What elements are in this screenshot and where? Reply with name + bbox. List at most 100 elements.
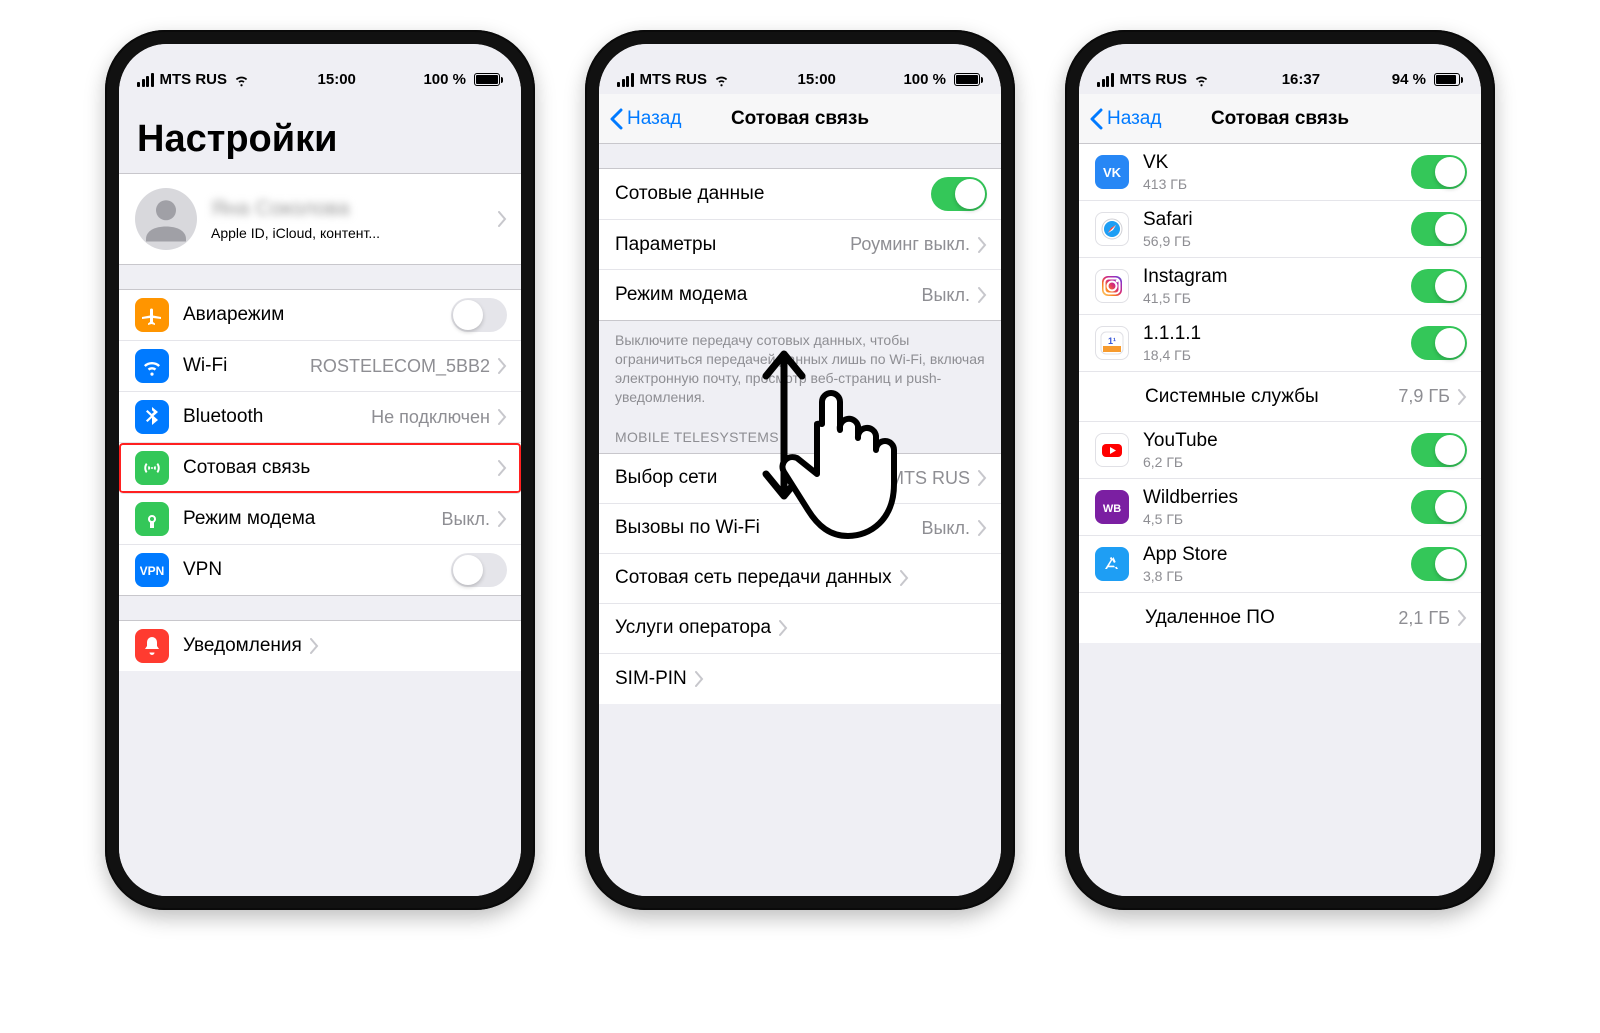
settings-row[interactable]: Удаленное ПО2,1 ГБ bbox=[1079, 593, 1481, 643]
battery-icon bbox=[1430, 73, 1463, 86]
nav-title: Сотовая связь bbox=[731, 108, 869, 130]
toggle-switch[interactable] bbox=[451, 553, 507, 587]
clock-label: 15:00 bbox=[798, 71, 836, 88]
back-button[interactable]: Назад bbox=[609, 108, 681, 130]
toggle-switch[interactable] bbox=[1411, 269, 1467, 303]
wifi-icon bbox=[233, 71, 250, 88]
vk-icon: VK bbox=[1095, 155, 1129, 189]
settings-row[interactable]: VPNVPN bbox=[119, 545, 521, 595]
carrier-label: MTS RUS bbox=[640, 71, 708, 88]
settings-row[interactable]: Выбор сетиMTS RUS bbox=[599, 454, 1001, 504]
antenna-icon bbox=[135, 451, 169, 485]
phone-frame-2: MTS RUS 15:00 100 % Назад Сотовая связь … bbox=[585, 30, 1015, 910]
chevron-right-icon bbox=[978, 520, 987, 536]
settings-row[interactable]: Услуги оператора bbox=[599, 604, 1001, 654]
carrier-label: MTS RUS bbox=[160, 71, 228, 88]
row-sublabel: 6,2 ГБ bbox=[1143, 454, 1411, 470]
row-label: Авиарежим bbox=[183, 304, 284, 326]
screen-2: MTS RUS 15:00 100 % Назад Сотовая связь … bbox=[599, 44, 1001, 896]
row-label: Сотовая связь bbox=[183, 457, 310, 479]
toggle-switch[interactable] bbox=[1411, 326, 1467, 360]
settings-row[interactable]: Системные службы7,9 ГБ bbox=[1079, 372, 1481, 422]
settings-row[interactable]: Режим модема Выкл. bbox=[119, 494, 521, 545]
settings-row[interactable]: App Store3,8 ГБ bbox=[1079, 536, 1481, 593]
chevron-right-icon bbox=[779, 620, 788, 636]
row-label: Safari bbox=[1143, 209, 1411, 231]
toggle-switch[interactable] bbox=[1411, 155, 1467, 189]
chevron-right-icon bbox=[498, 460, 507, 476]
battery-label: 100 % bbox=[423, 71, 466, 88]
row-sublabel: 41,5 ГБ bbox=[1143, 290, 1411, 306]
chevron-right-icon bbox=[978, 287, 987, 303]
bluetooth-icon bbox=[135, 400, 169, 434]
settings-row[interactable]: Авиарежим bbox=[119, 290, 521, 341]
settings-row[interactable]: SIM-PIN bbox=[599, 654, 1001, 704]
nav-header: Назад Сотовая связь bbox=[599, 94, 1001, 144]
row-label: VK bbox=[1143, 152, 1411, 174]
1111-icon: 1¹ bbox=[1095, 326, 1129, 360]
row-label: 1.1.1.1 bbox=[1143, 323, 1411, 345]
toggle-switch[interactable] bbox=[1411, 490, 1467, 524]
svg-text:WB: WB bbox=[1103, 503, 1121, 515]
settings-row[interactable]: Instagram41,5 ГБ bbox=[1079, 258, 1481, 315]
bell-icon bbox=[135, 629, 169, 663]
toggle-switch[interactable] bbox=[451, 298, 507, 332]
settings-row[interactable]: BluetoothНе подключен bbox=[119, 392, 521, 443]
settings-row[interactable]: Wi-FiROSTELECOM_5BB2 bbox=[119, 341, 521, 392]
toggle-switch[interactable] bbox=[931, 177, 987, 211]
phone-frame-3: MTS RUS 16:37 94 % Назад Сотовая связь V… bbox=[1065, 30, 1495, 910]
vpn-icon: VPN bbox=[135, 553, 169, 587]
settings-row[interactable]: ПараметрыРоуминг выкл. bbox=[599, 220, 1001, 270]
row-sublabel: 4,5 ГБ bbox=[1143, 511, 1411, 527]
section-footer: Выключите передачу сотовых данных, чтобы… bbox=[599, 321, 1001, 413]
row-label: Сотовая сеть передачи данных bbox=[615, 567, 892, 589]
settings-row[interactable]: Режим модемаВыкл. bbox=[599, 270, 1001, 320]
settings-row[interactable]: VK VK 413 ГБ bbox=[1079, 144, 1481, 201]
row-sublabel: 3,8 ГБ bbox=[1143, 568, 1411, 584]
wifi-icon bbox=[135, 349, 169, 383]
row-label: Вызовы по Wi-Fi bbox=[615, 517, 760, 539]
row-sublabel: 18,4 ГБ bbox=[1143, 347, 1411, 363]
appstore-icon bbox=[1095, 547, 1129, 581]
battery-icon bbox=[470, 73, 503, 86]
clock-label: 16:37 bbox=[1282, 71, 1320, 88]
status-bar: MTS RUS 16:37 94 % bbox=[1079, 44, 1481, 94]
row-label: Удаленное ПО bbox=[1145, 607, 1275, 629]
row-label: Режим модема bbox=[183, 508, 315, 530]
row-label: Выбор сети bbox=[615, 467, 717, 489]
toggle-switch[interactable] bbox=[1411, 433, 1467, 467]
row-label: SIM-PIN bbox=[615, 668, 687, 690]
settings-row[interactable]: Сотовая связь bbox=[119, 443, 521, 494]
battery-icon bbox=[950, 73, 983, 86]
row-value: Выкл. bbox=[433, 509, 490, 530]
chevron-right-icon bbox=[1458, 389, 1467, 405]
settings-row[interactable]: 1¹ 1.1.1.1 18,4 ГБ bbox=[1079, 315, 1481, 372]
back-button[interactable]: Назад bbox=[1089, 108, 1161, 130]
row-label: Уведомления bbox=[183, 635, 302, 657]
settings-row[interactable]: Сотовая сеть передачи данных bbox=[599, 554, 1001, 604]
row-sublabel: 413 ГБ bbox=[1143, 176, 1411, 192]
chevron-right-icon bbox=[498, 511, 507, 527]
row-label: Параметры bbox=[615, 234, 716, 256]
toggle-switch[interactable] bbox=[1411, 212, 1467, 246]
chevron-right-icon bbox=[310, 638, 319, 654]
toggle-switch[interactable] bbox=[1411, 547, 1467, 581]
profile-row[interactable]: Яна Соколова Apple ID, iCloud, контент..… bbox=[119, 174, 521, 264]
chevron-right-icon bbox=[978, 470, 987, 486]
airplane-icon bbox=[135, 298, 169, 332]
wildberries-icon: WB bbox=[1095, 490, 1129, 524]
signal-icon bbox=[1097, 73, 1114, 87]
settings-row[interactable]: WBWildberries4,5 ГБ bbox=[1079, 479, 1481, 536]
hotspot-icon bbox=[135, 502, 169, 536]
svg-text:VPN: VPN bbox=[140, 564, 164, 578]
settings-row[interactable]: Сотовые данные bbox=[599, 169, 1001, 220]
screen-1: MTS RUS 15:00 100 % Настройки Яна Соколо… bbox=[119, 44, 521, 896]
settings-row[interactable]: Уведомления bbox=[119, 621, 521, 671]
status-bar: MTS RUS 15:00 100 % bbox=[599, 44, 1001, 94]
settings-row[interactable]: Вызовы по Wi-FiВыкл. bbox=[599, 504, 1001, 554]
youtube-icon bbox=[1095, 433, 1129, 467]
row-sublabel: 56,9 ГБ bbox=[1143, 233, 1411, 249]
settings-row[interactable]: Safari 56,9 ГБ bbox=[1079, 201, 1481, 258]
settings-row[interactable]: YouTube6,2 ГБ bbox=[1079, 422, 1481, 479]
svg-text:VK: VK bbox=[1103, 165, 1122, 180]
